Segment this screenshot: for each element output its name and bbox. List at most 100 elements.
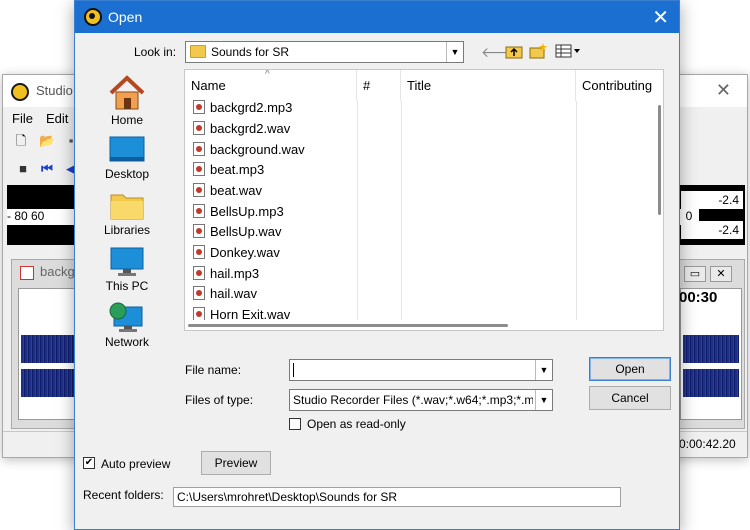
file-name: backgrd2.wav xyxy=(210,121,291,136)
file-name-input[interactable] xyxy=(293,362,533,378)
waveform-view[interactable] xyxy=(18,288,78,420)
recent-folders-field[interactable]: C:\Users\mrohret\Desktop\Sounds for SR xyxy=(173,487,621,507)
menu-edit[interactable]: Edit xyxy=(46,111,68,126)
place-network[interactable]: Network xyxy=(92,301,162,349)
chevron-down-icon[interactable]: ▼ xyxy=(535,360,552,380)
files-of-type-value: Studio Recorder Files (*.wav;*.w64;*.mp3… xyxy=(293,393,533,407)
file-row[interactable]: beat.mp3 xyxy=(193,160,264,180)
audio-file-icon xyxy=(193,204,205,218)
file-name-label: File name: xyxy=(185,363,242,377)
place-libraries[interactable]: Libraries xyxy=(92,191,162,237)
place-desktop[interactable]: Desktop xyxy=(92,135,162,181)
time-display: 00:30 xyxy=(679,289,718,306)
place-home[interactable]: Home xyxy=(92,75,162,127)
file-name-field[interactable]: ▼ xyxy=(289,359,553,381)
restore-icon[interactable]: ▭ xyxy=(684,266,706,282)
open-folder-icon[interactable]: 📂 xyxy=(39,133,55,149)
waveform-channel-left xyxy=(21,335,77,363)
file-row[interactable]: beat.wav xyxy=(193,181,262,201)
open-dialog: Open ✕ Look in: Sounds for SR ▼ 🡐 Home D… xyxy=(74,0,680,530)
file-name: background.wav xyxy=(210,142,305,157)
network-icon xyxy=(109,302,143,332)
level-readout-top: -2.4 xyxy=(681,191,743,209)
document-icon xyxy=(20,266,34,280)
column-divider xyxy=(576,101,577,330)
column-divider xyxy=(357,101,358,330)
open-button[interactable]: Open xyxy=(589,357,671,381)
audio-file-icon xyxy=(193,183,205,197)
audio-file-icon xyxy=(193,121,205,135)
waveform-view-right[interactable] xyxy=(680,288,742,420)
column-header-contributing[interactable]: Contributing xyxy=(576,70,663,101)
close-icon[interactable]: ✕ xyxy=(716,80,731,101)
column-header-title[interactable]: Title xyxy=(401,70,576,101)
file-row[interactable]: background.wav xyxy=(193,140,305,160)
file-name: backgrd2.mp3 xyxy=(210,100,293,115)
stop-icon[interactable]: ■ xyxy=(15,161,31,177)
file-name: BellsUp.mp3 xyxy=(210,204,284,219)
auto-preview-checkbox[interactable]: ✔ xyxy=(83,457,95,469)
status-time: 0:00:42.20 xyxy=(679,437,736,451)
files-of-type-dropdown[interactable]: Studio Recorder Files (*.wav;*.w64;*.mp3… xyxy=(289,389,553,411)
horizontal-scrollbar[interactable] xyxy=(185,320,663,330)
file-row[interactable]: BellsUp.mp3 xyxy=(193,202,284,222)
file-row[interactable]: backgrd2.wav xyxy=(193,119,290,139)
scrollbar-thumb[interactable] xyxy=(658,105,661,215)
up-folder-icon[interactable] xyxy=(505,43,523,61)
close-icon[interactable]: ✕ xyxy=(710,266,732,282)
this-pc-icon xyxy=(110,247,144,276)
files-of-type-label: Files of type: xyxy=(185,393,254,407)
file-row[interactable]: hail.wav xyxy=(193,284,257,304)
cancel-button[interactable]: Cancel xyxy=(589,386,671,410)
libraries-icon xyxy=(110,194,144,220)
audio-file-icon xyxy=(193,286,205,300)
audio-file-icon xyxy=(193,245,205,259)
audio-file-icon xyxy=(193,142,205,156)
view-menu-icon[interactable] xyxy=(555,43,583,61)
menu-file[interactable]: File xyxy=(12,111,33,126)
place-this-pc[interactable]: This PC xyxy=(92,247,162,293)
auto-preview-label: Auto preview xyxy=(101,457,171,471)
level-scale-zero: 0 xyxy=(679,209,699,225)
dialog-titlebar: Open ✕ xyxy=(75,1,679,33)
audio-file-icon xyxy=(193,224,205,238)
scrollbar-thumb[interactable] xyxy=(188,324,508,327)
waveform-channel-right xyxy=(683,369,739,397)
file-row[interactable]: Donkey.wav xyxy=(193,243,280,263)
file-name: hail.wav xyxy=(210,286,257,301)
file-row[interactable]: backgrd2.mp3 xyxy=(193,98,292,118)
file-name: hail.mp3 xyxy=(210,266,260,281)
file-name: beat.mp3 xyxy=(210,162,265,177)
file-list[interactable]: ^ Name # Title Contributing backgrd2.mp3… xyxy=(184,69,664,331)
app-logo-icon xyxy=(84,8,102,26)
file-row[interactable]: hail.mp3 xyxy=(193,264,259,284)
back-arrow-icon[interactable]: 🡐 xyxy=(481,43,519,61)
look-in-dropdown[interactable]: Sounds for SR ▼ xyxy=(185,41,464,63)
file-name: BellsUp.wav xyxy=(210,224,282,239)
new-file-icon[interactable]: 🗋 xyxy=(13,133,29,149)
read-only-checkbox[interactable] xyxy=(289,418,301,430)
read-only-label: Open as read-only xyxy=(307,417,406,431)
column-header-name[interactable]: Name xyxy=(185,70,357,101)
column-divider xyxy=(401,101,402,330)
waveform-channel-left xyxy=(683,335,739,363)
audio-file-icon xyxy=(193,266,205,280)
document-window: backg xyxy=(11,259,79,429)
chevron-down-icon[interactable]: ▼ xyxy=(535,390,552,410)
audio-file-icon xyxy=(193,162,205,176)
app-logo-icon xyxy=(11,83,29,101)
look-in-value: Sounds for SR xyxy=(211,45,290,59)
desktop-icon xyxy=(109,136,145,162)
chevron-down-icon[interactable]: ▼ xyxy=(446,42,463,62)
audio-file-icon xyxy=(193,307,205,321)
preview-button[interactable]: Preview xyxy=(201,451,271,475)
column-header-number[interactable]: # xyxy=(357,70,401,101)
level-scale: - 80 60 xyxy=(7,209,79,225)
text-cursor xyxy=(293,363,294,377)
file-row[interactable]: BellsUp.wav xyxy=(193,222,282,242)
file-name: Donkey.wav xyxy=(210,245,280,260)
vertical-scrollbar[interactable] xyxy=(651,101,663,330)
skip-start-icon[interactable]: ⏮ xyxy=(39,161,55,177)
new-folder-icon[interactable] xyxy=(529,43,547,61)
close-icon[interactable]: ✕ xyxy=(652,5,669,30)
